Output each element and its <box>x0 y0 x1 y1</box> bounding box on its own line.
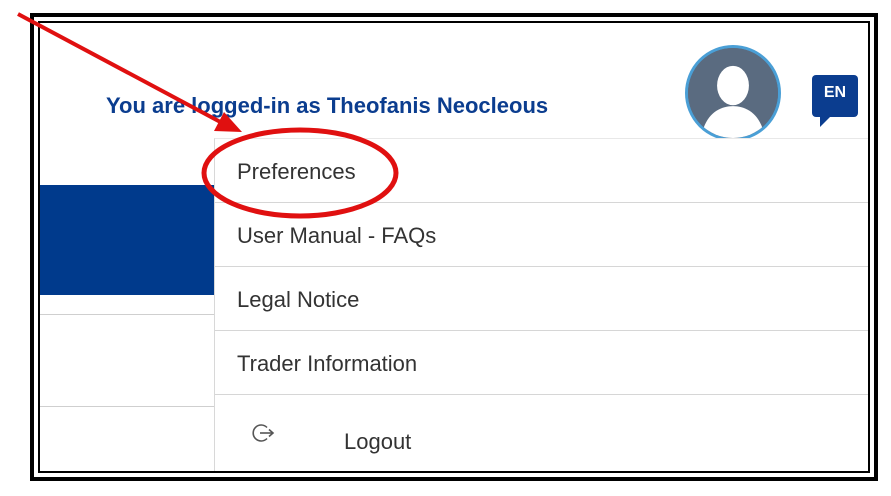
language-switcher-button[interactable]: EN <box>812 75 858 127</box>
user-avatar[interactable] <box>685 45 781 141</box>
menu-item-label: Legal Notice <box>237 287 360 312</box>
divider <box>40 314 220 315</box>
logged-in-status: You are logged-in as Theofanis Neocleous <box>106 93 549 118</box>
menu-item-label: Trader Information <box>237 351 418 376</box>
menu-item-logout[interactable]: Logout <box>215 401 868 471</box>
logout-icon <box>252 424 275 442</box>
menu-item-legal-notice[interactable]: Legal Notice <box>215 267 868 331</box>
logout-label: Logout <box>344 429 412 454</box>
menu-item-user-manual[interactable]: User Manual - FAQs <box>215 203 868 267</box>
menu-item-label: Preferences <box>237 159 356 184</box>
avatar-silhouette-icon <box>688 48 778 138</box>
divider <box>40 406 220 407</box>
user-dropdown-menu: Preferences User Manual - FAQs Legal Not… <box>214 138 868 471</box>
menu-item-trader-information[interactable]: Trader Information <box>215 331 868 395</box>
app-viewport: You are logged-in as Theofanis Neocleous… <box>38 21 870 473</box>
nav-band <box>40 185 220 295</box>
menu-item-preferences[interactable]: Preferences <box>215 139 868 203</box>
menu-item-label: User Manual - FAQs <box>237 223 437 248</box>
screenshot-frame: You are logged-in as Theofanis Neocleous… <box>30 13 878 481</box>
